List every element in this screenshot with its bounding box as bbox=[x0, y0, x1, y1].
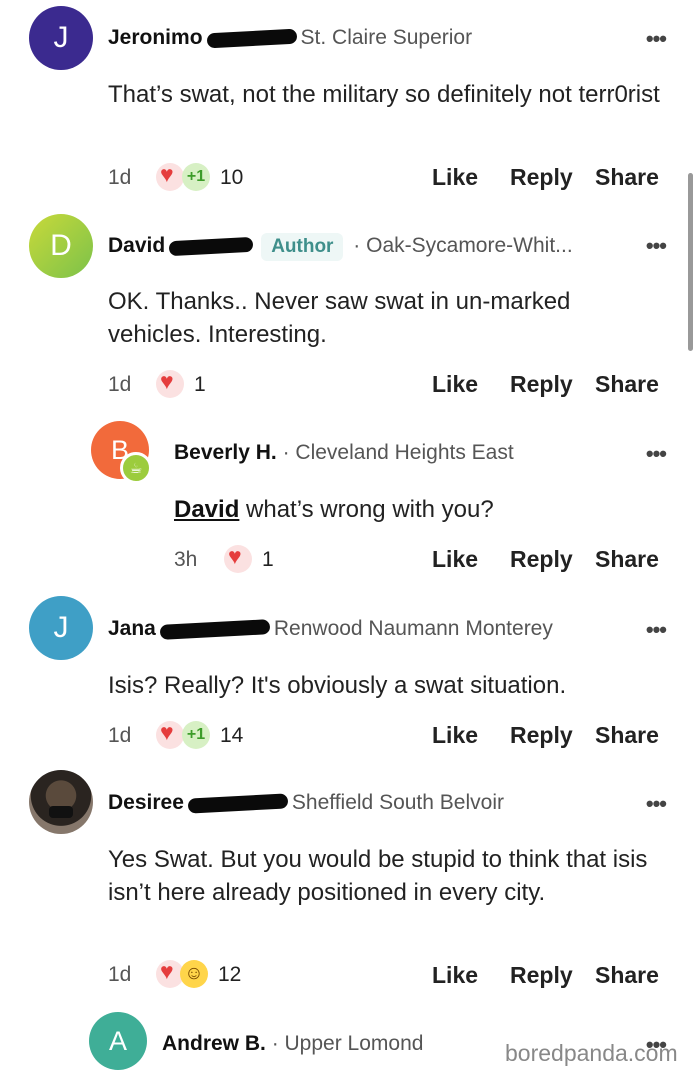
scrollbar[interactable] bbox=[688, 173, 693, 351]
comment-desiree: Desiree Sheffield South Belvoir ••• Yes S… bbox=[0, 760, 700, 1010]
author-name[interactable]: Desiree bbox=[108, 791, 184, 814]
redaction-mark bbox=[206, 28, 297, 49]
neighborhood[interactable]: Sheffield South Belvoir bbox=[292, 791, 504, 814]
mention-link[interactable]: David bbox=[174, 496, 239, 523]
plus-one-icon: +1 bbox=[182, 163, 210, 191]
neighborhood[interactable]: · Cleveland Heights East bbox=[283, 441, 514, 464]
like-button[interactable]: Like bbox=[432, 371, 478, 398]
timestamp: 1d bbox=[108, 724, 132, 747]
reply-button[interactable]: Reply bbox=[510, 546, 573, 573]
coffee-cup-icon: ☕ bbox=[120, 452, 152, 484]
author-name[interactable]: Jeronimo bbox=[108, 26, 203, 49]
comment-text: Isis? Really? It's obviously a swat situ… bbox=[108, 672, 567, 699]
comment-jeronimo: J Jeronimo St. Claire Superior ••• That’s… bbox=[0, 0, 700, 200]
comment-text-rest: what’s wrong with you? bbox=[239, 496, 494, 523]
author-name[interactable]: Andrew B. bbox=[162, 1032, 266, 1055]
reaction-summary[interactable]: ☺ bbox=[156, 958, 216, 988]
neighborhood[interactable]: · Upper Lomond bbox=[272, 1032, 424, 1055]
comment-jana: J Jana Renwood Naumann Monterey ••• Isis?… bbox=[0, 590, 700, 760]
reaction-summary[interactable] bbox=[224, 543, 256, 573]
reaction-count: 1 bbox=[262, 548, 274, 571]
share-button[interactable]: Share bbox=[595, 722, 659, 749]
redaction-mark bbox=[168, 236, 254, 257]
comment-header: Desiree Sheffield South Belvoir bbox=[108, 791, 504, 815]
comment-header: Beverly H. · Cleveland Heights East bbox=[174, 441, 514, 465]
avatar[interactable]: A bbox=[89, 1012, 147, 1070]
plus-one-icon: +1 bbox=[182, 721, 210, 749]
reaction-count: 14 bbox=[220, 724, 244, 747]
like-button[interactable]: Like bbox=[432, 722, 478, 749]
comment-header: David Author · Oak-Sycamore-Whit... bbox=[108, 233, 573, 261]
more-options-icon[interactable]: ••• bbox=[646, 791, 667, 817]
timestamp: 1d bbox=[108, 166, 132, 189]
reaction-count: 1 bbox=[194, 373, 206, 396]
more-options-icon[interactable]: ••• bbox=[646, 26, 667, 52]
reaction-summary[interactable]: +1 bbox=[156, 719, 216, 749]
timestamp: 3h bbox=[174, 548, 198, 571]
comment-header: Jeronimo St. Claire Superior bbox=[108, 26, 472, 50]
author-name[interactable]: Beverly H. bbox=[174, 441, 277, 464]
reaction-count: 12 bbox=[218, 963, 242, 986]
heart-icon bbox=[224, 543, 252, 573]
avatar[interactable]: D bbox=[29, 214, 93, 278]
share-button[interactable]: Share bbox=[595, 546, 659, 573]
heart-icon bbox=[156, 719, 184, 749]
comment-text: That’s swat, not the military so definit… bbox=[108, 81, 660, 108]
author-name[interactable]: Jana bbox=[108, 617, 156, 640]
neighborhood[interactable]: · Oak-Sycamore-Whit... bbox=[353, 234, 572, 257]
share-button[interactable]: Share bbox=[595, 962, 659, 989]
reply-button[interactable]: Reply bbox=[510, 371, 573, 398]
redaction-mark bbox=[187, 793, 289, 814]
reply-button[interactable]: Reply bbox=[510, 722, 573, 749]
comment-text: OK. Thanks.. Never saw swat in un-marked… bbox=[108, 288, 571, 348]
comment-text: David what’s wrong with you? bbox=[174, 493, 674, 526]
redaction-mark bbox=[159, 619, 271, 640]
like-button[interactable]: Like bbox=[432, 546, 478, 573]
avatar[interactable]: J bbox=[29, 6, 93, 70]
reply-button[interactable]: Reply bbox=[510, 164, 573, 191]
reaction-summary[interactable]: +1 bbox=[156, 161, 216, 191]
reaction-count: 10 bbox=[220, 166, 244, 189]
author-name[interactable]: David bbox=[108, 234, 165, 257]
avatar[interactable] bbox=[29, 770, 93, 834]
more-options-icon[interactable]: ••• bbox=[646, 233, 667, 259]
comment-text: Yes Swat. But you would be stupid to thi… bbox=[108, 846, 648, 906]
laugh-icon: ☺ bbox=[180, 960, 208, 988]
more-options-icon[interactable]: ••• bbox=[646, 441, 667, 467]
comment-header: Jana Renwood Naumann Monterey bbox=[108, 617, 553, 641]
reaction-summary[interactable] bbox=[156, 368, 188, 398]
like-button[interactable]: Like bbox=[432, 962, 478, 989]
heart-icon bbox=[156, 161, 184, 191]
share-button[interactable]: Share bbox=[595, 164, 659, 191]
share-button[interactable]: Share bbox=[595, 371, 659, 398]
reply-button[interactable]: Reply bbox=[510, 962, 573, 989]
reply-beverly: B ☕ Beverly H. · Cleveland Heights East … bbox=[0, 410, 700, 590]
comment-david: D David Author · Oak-Sycamore-Whit... •••… bbox=[0, 200, 700, 410]
neighborhood[interactable]: St. Claire Superior bbox=[301, 26, 473, 49]
more-options-icon[interactable]: ••• bbox=[646, 617, 667, 643]
comment-header: Andrew B. · Upper Lomond bbox=[162, 1032, 423, 1056]
timestamp: 1d bbox=[108, 963, 132, 986]
timestamp: 1d bbox=[108, 373, 132, 396]
like-button[interactable]: Like bbox=[432, 164, 478, 191]
neighborhood[interactable]: Renwood Naumann Monterey bbox=[274, 617, 553, 640]
author-badge: Author bbox=[261, 233, 344, 261]
watermark: boredpanda.com bbox=[505, 1040, 678, 1066]
avatar[interactable]: J bbox=[29, 596, 93, 660]
heart-icon bbox=[156, 368, 184, 398]
